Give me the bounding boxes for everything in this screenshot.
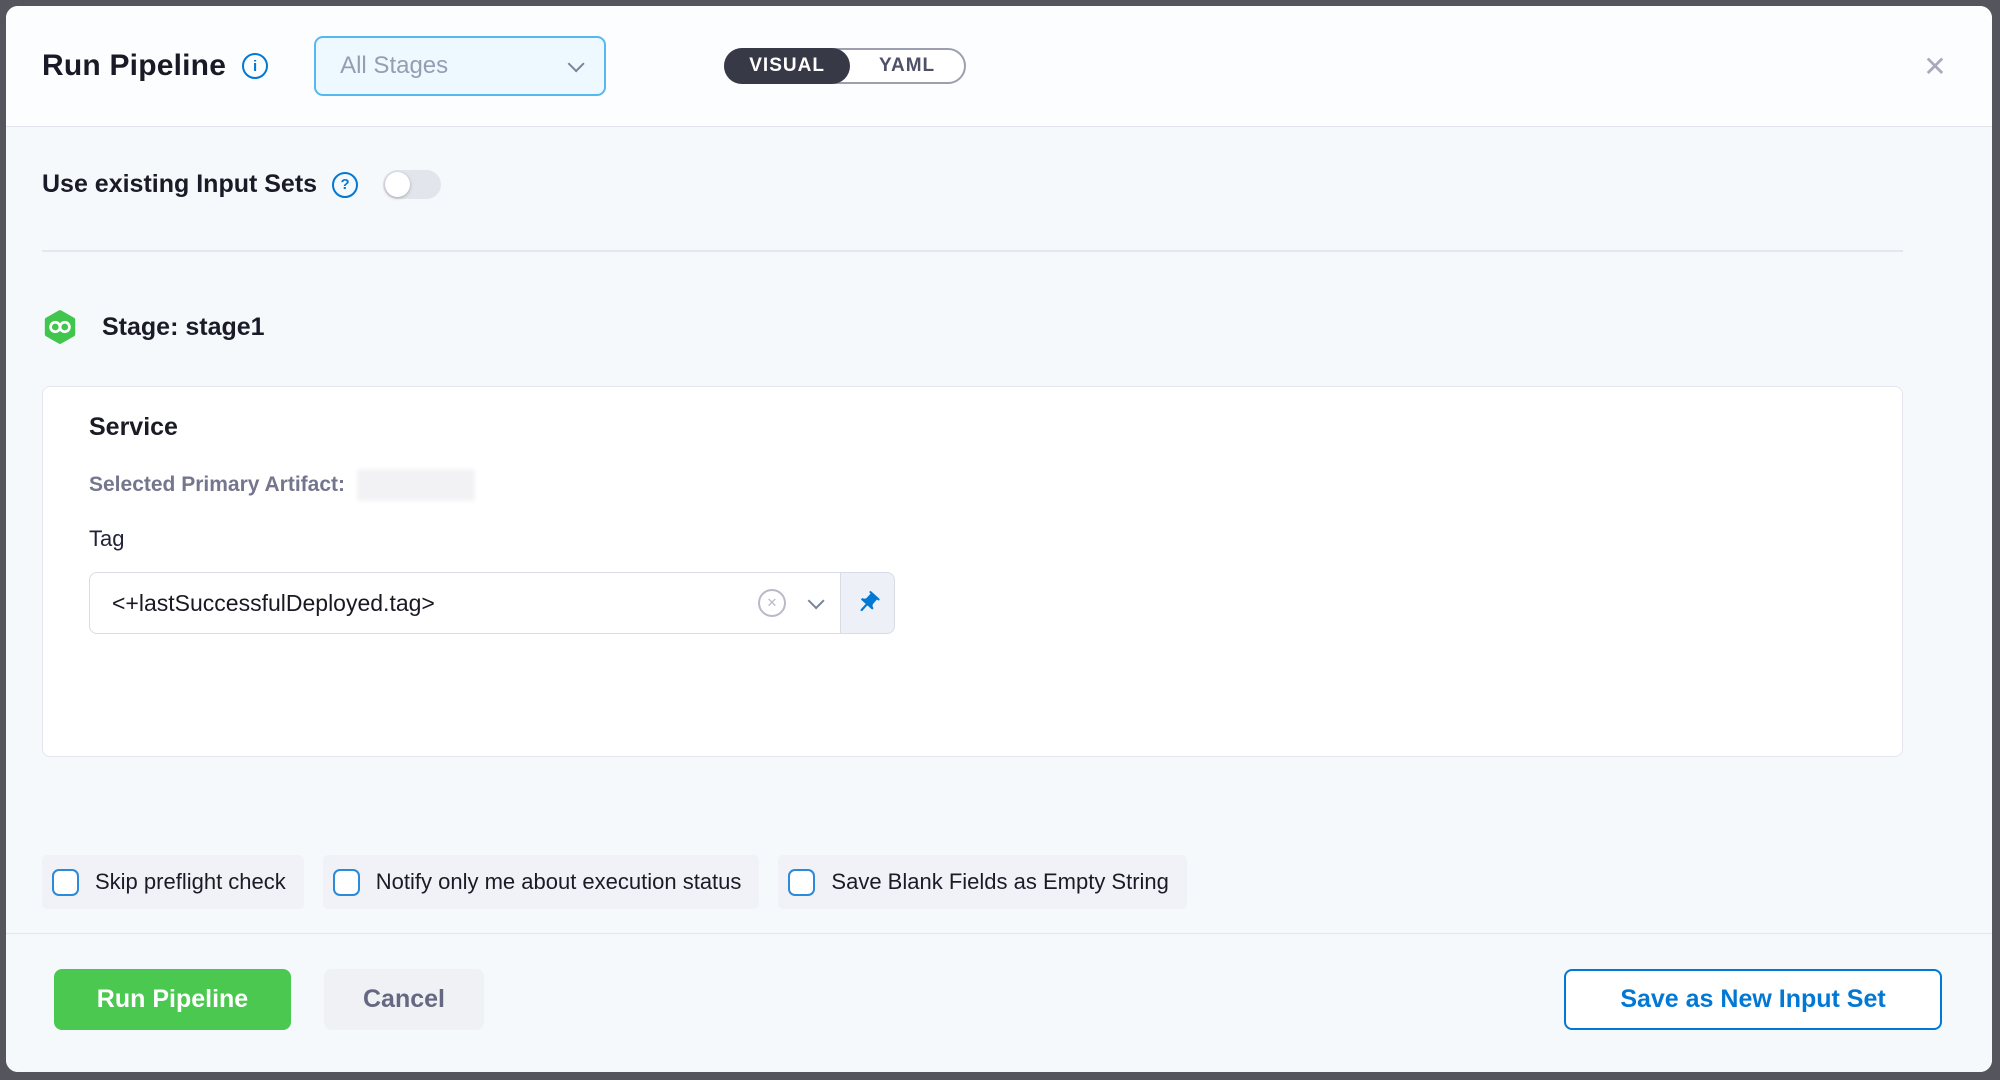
stage-title: Stage: stage1 (102, 313, 265, 342)
option-label: Skip preflight check (95, 869, 286, 895)
artifact-value-redacted (357, 469, 475, 501)
run-options-row: Skip preflight check Notify only me abou… (42, 855, 1187, 909)
service-card-title: Service (89, 413, 178, 442)
cd-stage-icon (42, 309, 78, 345)
tag-field-group: ✕ (89, 572, 895, 634)
use-input-sets-row: Use existing Input Sets ? (42, 170, 441, 199)
tab-visual[interactable]: VISUAL (724, 48, 850, 84)
use-input-sets-label: Use existing Input Sets (42, 170, 317, 199)
option-label: Save Blank Fields as Empty String (831, 869, 1168, 895)
info-glyph: i (253, 58, 257, 75)
tag-input[interactable] (90, 573, 758, 633)
save-as-new-input-set-button[interactable]: Save as New Input Set (1564, 969, 1942, 1030)
info-icon[interactable]: i (242, 53, 268, 79)
cancel-button[interactable]: Cancel (324, 969, 484, 1030)
checkbox-icon[interactable] (333, 869, 360, 896)
service-card: Service Selected Primary Artifact: Tag ✕ (42, 386, 1903, 757)
option-skip-preflight[interactable]: Skip preflight check (42, 855, 304, 909)
help-glyph: ? (340, 176, 349, 193)
checkbox-icon[interactable] (788, 869, 815, 896)
clear-icon[interactable]: ✕ (758, 589, 786, 617)
chevron-down-icon[interactable] (808, 592, 825, 609)
close-icon[interactable]: ✕ (1918, 49, 1952, 83)
help-icon[interactable]: ? (332, 172, 358, 198)
pin-button[interactable] (841, 572, 895, 634)
checkbox-icon[interactable] (52, 869, 79, 896)
chevron-down-icon (568, 55, 585, 72)
run-pipeline-modal: Run Pipeline i All Stages VISUAL YAML ✕ … (6, 6, 1992, 1072)
artifact-row: Selected Primary Artifact: (89, 469, 475, 501)
modal-header: Run Pipeline i All Stages VISUAL YAML ✕ (6, 6, 1992, 127)
modal-footer: Run Pipeline Cancel Save as New Input Se… (6, 933, 1992, 1072)
artifact-label: Selected Primary Artifact: (89, 473, 345, 497)
use-input-sets-toggle[interactable] (383, 170, 441, 199)
clear-glyph: ✕ (767, 595, 778, 611)
run-pipeline-button[interactable]: Run Pipeline (54, 969, 291, 1030)
option-label: Notify only me about execution status (376, 869, 742, 895)
toggle-knob (385, 172, 410, 197)
stage-selector-value: All Stages (340, 52, 568, 80)
stage-selector-dropdown[interactable]: All Stages (314, 36, 606, 96)
pin-icon (849, 585, 886, 622)
tab-yaml[interactable]: YAML (850, 50, 964, 82)
page-title: Run Pipeline (42, 49, 226, 83)
visual-yaml-toggle: VISUAL YAML (724, 48, 966, 84)
option-save-blank-fields[interactable]: Save Blank Fields as Empty String (778, 855, 1186, 909)
section-divider (42, 250, 1903, 252)
tag-field-label: Tag (89, 526, 124, 552)
stage-row: Stage: stage1 (42, 309, 265, 345)
tag-input-wrap: ✕ (89, 572, 841, 634)
option-notify-only-me[interactable]: Notify only me about execution status (323, 855, 760, 909)
